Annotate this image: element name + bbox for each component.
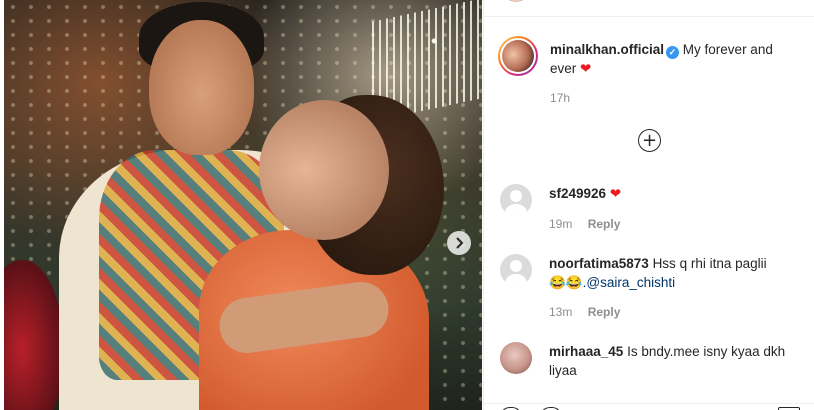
action-bar bbox=[483, 403, 814, 410]
comment-meta: 19m Reply bbox=[549, 217, 620, 231]
commenter-avatar[interactable] bbox=[500, 342, 532, 374]
load-more-comments-button[interactable]: + bbox=[638, 129, 661, 152]
woman-face bbox=[259, 100, 389, 240]
author-username[interactable]: minalkhan.official bbox=[550, 42, 664, 57]
reply-button[interactable]: Reply bbox=[588, 217, 621, 231]
commenter-username[interactable]: sf249926 bbox=[549, 186, 606, 201]
post-photo bbox=[4, 0, 482, 410]
divider bbox=[484, 16, 814, 17]
heart-emoji: ❤ bbox=[580, 61, 592, 76]
red-lamp bbox=[4, 260, 64, 410]
comment-time[interactable]: 19m bbox=[549, 217, 572, 231]
comment-time[interactable]: 13m bbox=[549, 305, 572, 319]
chevron-right-icon bbox=[456, 237, 464, 249]
comment-text: noorfatima5873 Hss q rhi itna paglii 😂😂.… bbox=[549, 254, 799, 292]
comment-meta: 13m Reply bbox=[549, 305, 620, 319]
heart-emoji: ❤ bbox=[609, 186, 622, 201]
next-photo-button[interactable] bbox=[447, 231, 471, 255]
laugh-emoji: 😂😂 bbox=[549, 275, 583, 290]
mention-link[interactable]: .@saira_chishti bbox=[583, 275, 676, 290]
man-face bbox=[149, 20, 254, 155]
commenter-avatar[interactable] bbox=[500, 184, 532, 216]
author-avatar[interactable] bbox=[498, 36, 538, 76]
header-avatar[interactable] bbox=[502, 0, 530, 2]
caption-text: minalkhan.official ✓ My forever and ever … bbox=[550, 40, 795, 78]
commenter-username[interactable]: noorfatima5873 bbox=[549, 256, 649, 271]
comment-body: Hss q rhi itna paglii bbox=[652, 256, 767, 271]
comment-text: sf249926 ❤ bbox=[549, 184, 621, 203]
commenter-avatar[interactable] bbox=[500, 254, 532, 286]
reply-button[interactable]: Reply bbox=[588, 305, 621, 319]
comment-text: mirhaaa_45 Is bndy.mee isny kyaa dkh liy… bbox=[549, 342, 799, 380]
verified-badge-icon: ✓ bbox=[666, 46, 680, 59]
commenter-username[interactable]: mirhaaa_45 bbox=[549, 344, 623, 359]
caption-time[interactable]: 17h bbox=[550, 91, 570, 105]
